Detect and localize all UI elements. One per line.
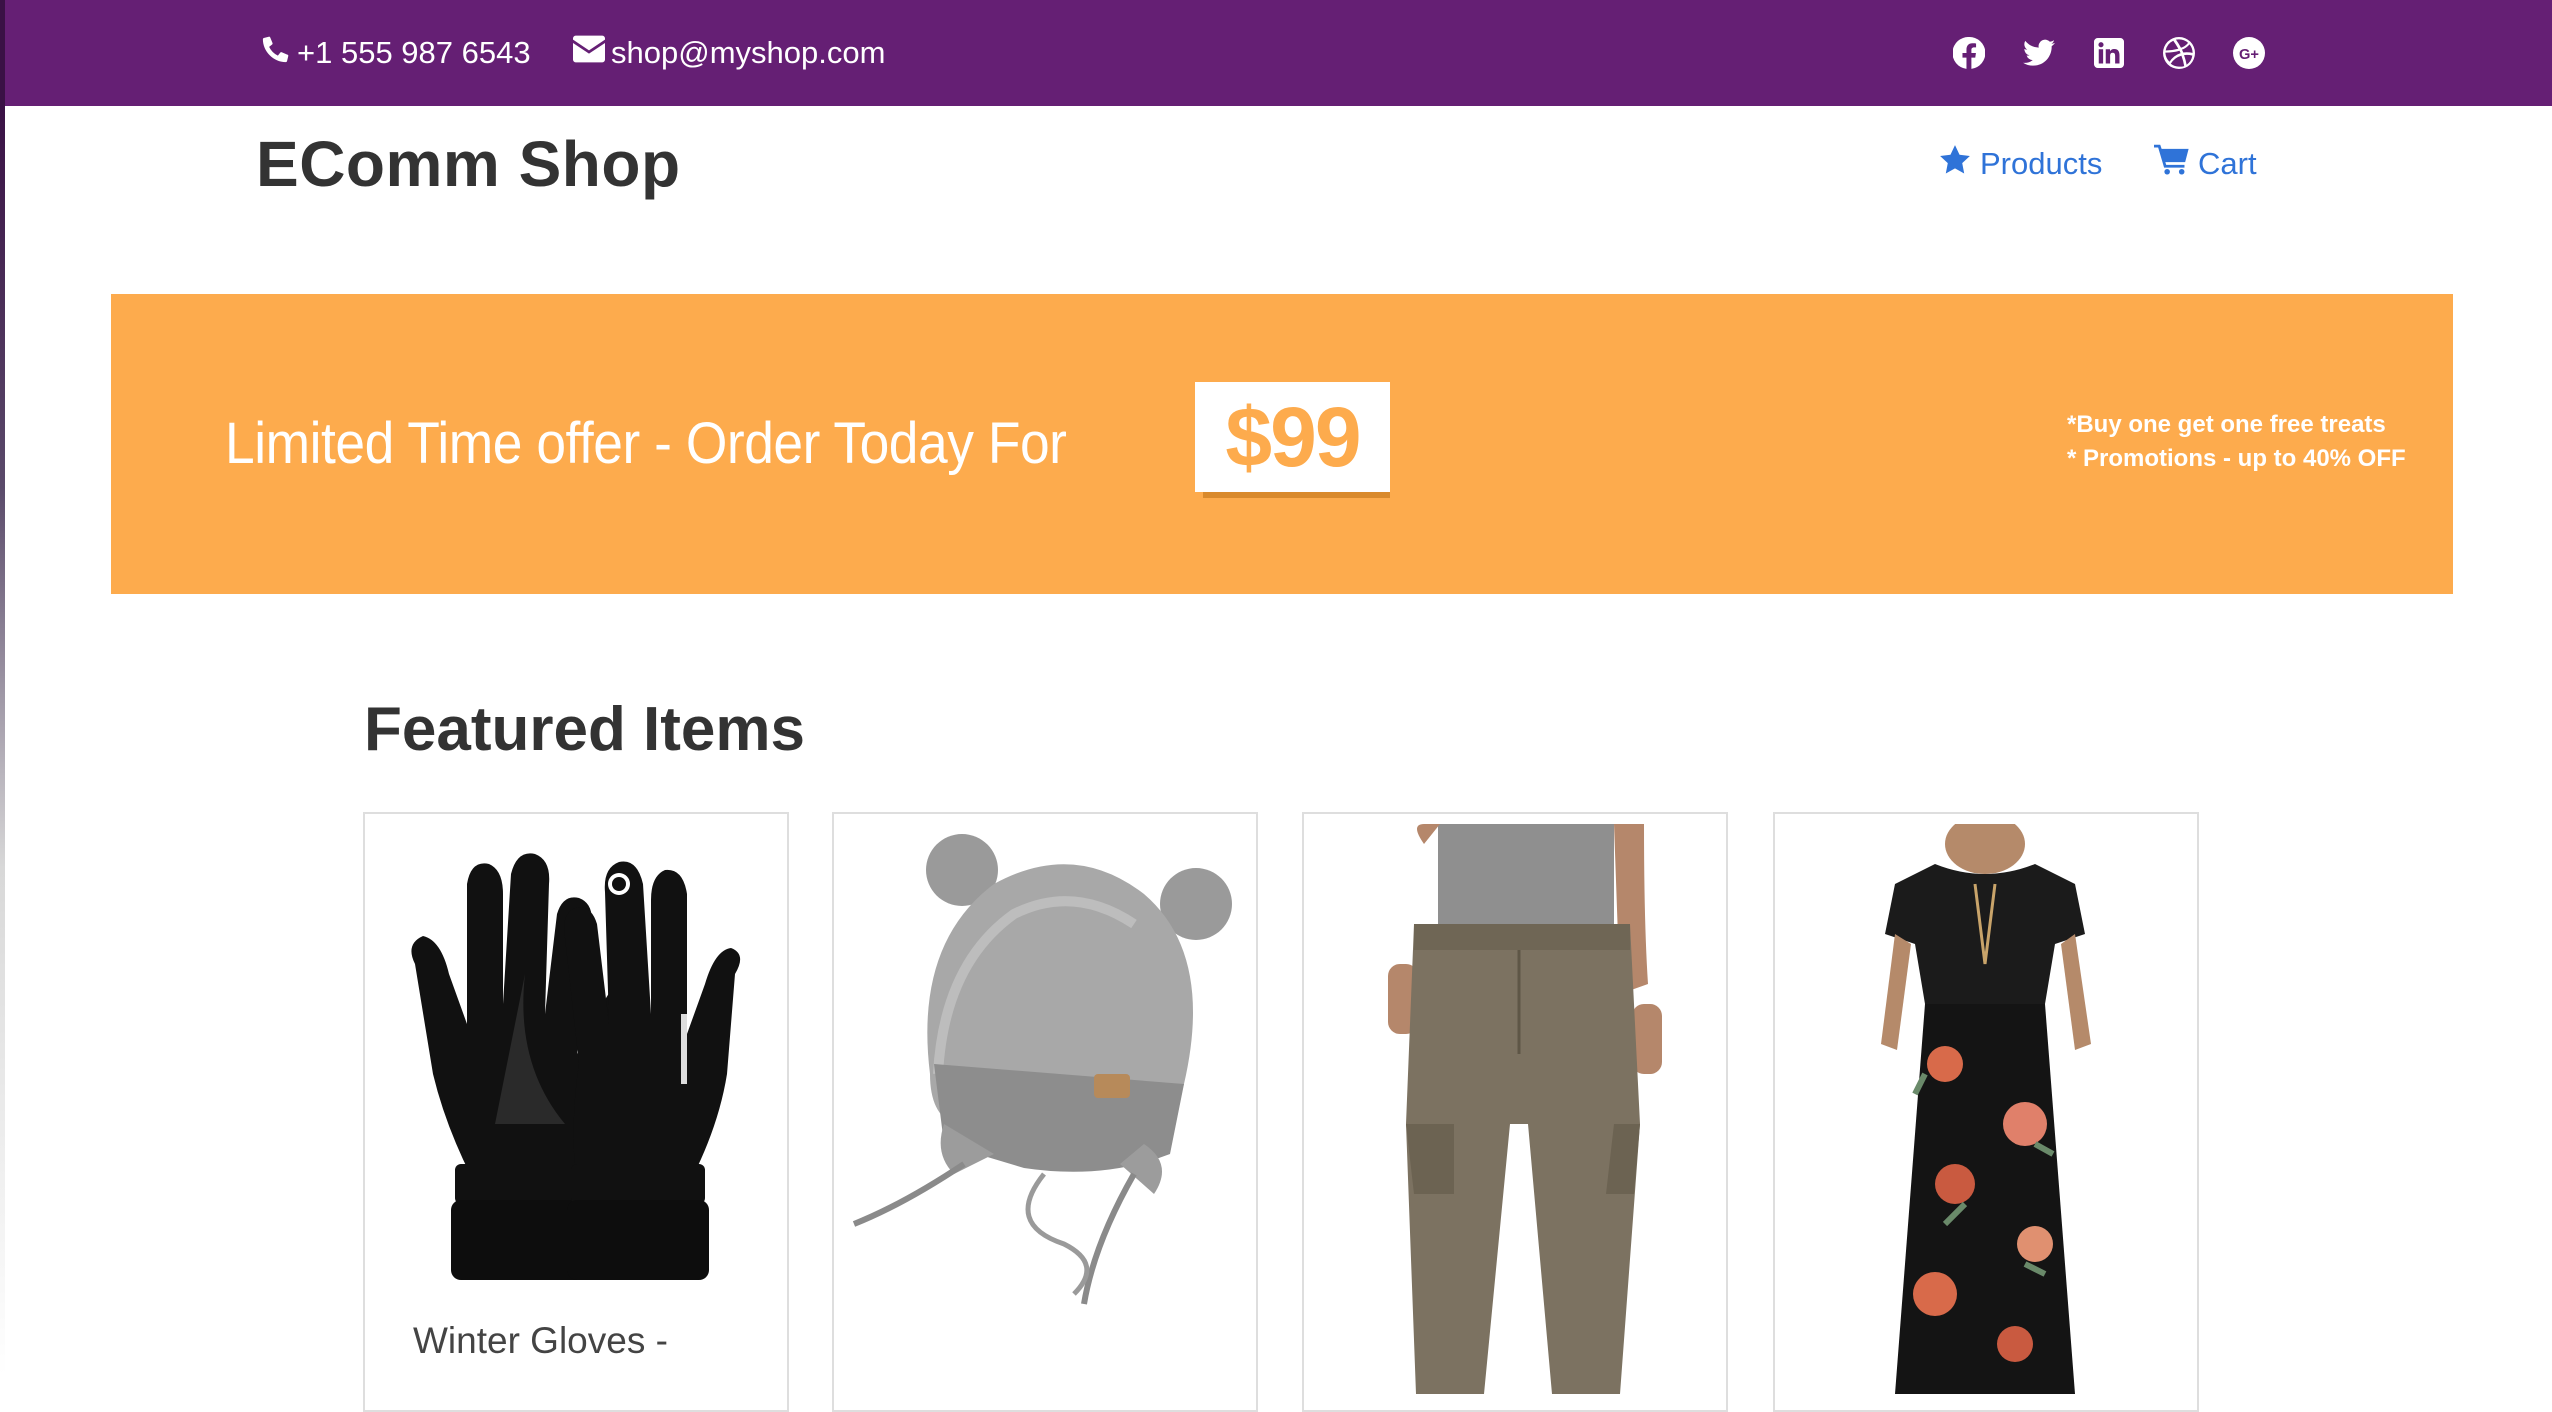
envelope-icon <box>573 35 611 71</box>
product-card-pants[interactable] <box>1302 812 1728 1412</box>
promo-note-1: *Buy one get one free treats <box>2067 411 2386 438</box>
price-tag: $99 <box>1195 382 1390 492</box>
svg-text:G+: G+ <box>2239 47 2259 63</box>
social-links: G+ <box>1951 0 2267 106</box>
hat-image <box>852 834 1232 1305</box>
dress-image <box>1881 824 2091 1394</box>
dribbble-icon[interactable] <box>2161 35 2197 71</box>
promo-notes: *Buy one get one free treats * Promotion… <box>2067 408 2406 476</box>
product-card-hat[interactable] <box>832 812 1258 1412</box>
product-card-gloves[interactable]: Winter Gloves - <box>363 812 789 1412</box>
nav-cart-link[interactable]: Cart <box>2154 136 2257 192</box>
twitter-icon[interactable] <box>2021 35 2057 71</box>
top-contact-bar: +1 555 987 6543 shop@myshop.com G+ <box>0 0 2552 106</box>
gloves-image <box>411 853 741 1280</box>
promo-note-2: * Promotions - up to 40% OFF <box>2067 445 2406 472</box>
star-icon <box>1938 143 1980 185</box>
pants-image <box>1388 824 1662 1394</box>
phone-contact[interactable]: +1 555 987 6543 <box>261 0 531 106</box>
email-address: shop@myshop.com <box>611 35 886 70</box>
email-contact[interactable]: shop@myshop.com <box>573 0 885 106</box>
linkedin-icon[interactable] <box>2091 35 2127 71</box>
phone-number: +1 555 987 6543 <box>297 35 531 70</box>
product-title: Winter Gloves - <box>413 1320 668 1361</box>
window-edge <box>0 106 5 1376</box>
brand-logo[interactable]: EComm Shop <box>256 122 681 206</box>
google-plus-icon[interactable]: G+ <box>2231 35 2267 71</box>
facebook-icon[interactable] <box>1951 35 1987 71</box>
nav-products-link[interactable]: Products <box>1938 136 2102 192</box>
phone-icon <box>261 34 297 72</box>
shopping-cart-icon <box>2154 144 2198 184</box>
banner-headline: Limited Time offer - Order Today For <box>225 411 1067 476</box>
promo-banner[interactable]: Limited Time offer - Order Today For $99… <box>111 294 2453 594</box>
nav-products-label: Products <box>1980 146 2103 181</box>
product-card-dress[interactable] <box>1773 812 2199 1412</box>
featured-title: Featured Items <box>364 695 806 764</box>
nav-cart-label: Cart <box>2198 146 2257 181</box>
